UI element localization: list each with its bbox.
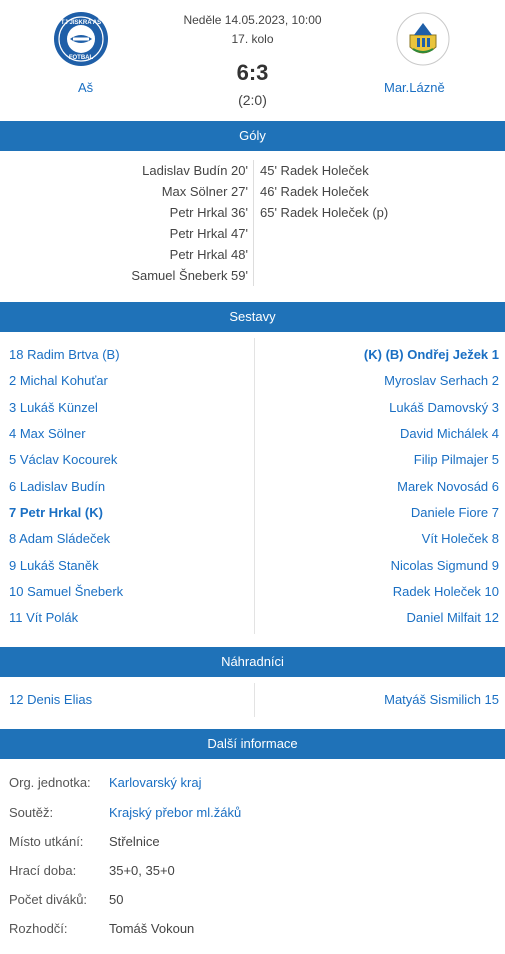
info-label: Soutěž: [9,805,54,820]
home-player[interactable]: 18 Radim Brtva (B) [9,342,120,368]
home-player[interactable]: 2 Michal Kohuťar [9,368,108,394]
away-player-captain[interactable]: (K) (B) Ondřej Ježek 1 [364,342,499,368]
competition-link[interactable]: Krajský přebor ml.žáků [109,800,241,826]
org-unit-link[interactable]: Karlovarský kraj [109,770,201,796]
info-label: Hrací doba: [9,863,77,878]
home-goal: Petr Hrkal 48' [169,247,248,262]
info-label: Rozhodčí: [9,921,68,936]
venue-value: Střelnice [109,834,160,849]
home-goals: Ladislav Budín 20' Max Sölner 27' Petr H… [0,160,254,286]
info-label: Org. jednotka: [9,775,91,790]
home-player-captain[interactable]: 7 Petr Hrkal (K) [9,500,103,526]
match-header: TJ JISKRA AŠ FOTBAL Aš Neděle 14.05.2023… [0,0,505,121]
info-row-duration: Hrací doba: 35+0, 35+0 [0,858,505,884]
away-player[interactable]: Myroslav Serhach 2 [384,368,499,394]
home-goal: Petr Hrkal 36' [169,205,248,220]
away-goal: 45' Radek Holeček [260,163,369,178]
away-player[interactable]: Lukáš Damovský 3 [389,395,499,421]
home-player[interactable]: 4 Max Sölner [9,421,86,447]
away-substitute[interactable]: Matyáš Sismilich 15 [384,687,499,713]
lineups-list: 18 Radim Brtva (B) 2 Michal Kohuťar 3 Lu… [0,338,505,634]
away-goal: 46' Radek Holeček [260,184,369,199]
subs-list: 12 Denis Elias Matyáš Sismilich 15 [0,683,505,717]
info-row-competition: Soutěž: Krajský přebor ml.žáků [0,800,505,826]
away-goals: 45' Radek Holeček 46' Radek Holeček 65' … [255,160,505,223]
home-goal: Petr Hrkal 47' [169,226,248,241]
away-team-name[interactable]: Mar.Lázně [384,80,445,95]
info-row-org: Org. jednotka: Karlovarský kraj [0,770,505,796]
info-label: Počet diváků: [9,892,88,907]
subs-section-header: Náhradníci [0,647,505,677]
home-goal: Ladislav Budín 20' [142,163,248,178]
referee-value: Tomáš Vokoun [109,921,195,936]
away-player[interactable]: David Michálek 4 [400,421,499,447]
away-player[interactable]: Marek Novosád 6 [397,474,499,500]
away-player[interactable]: Nicolas Sigmund 9 [391,553,499,579]
away-player[interactable]: Vít Holeček 8 [422,526,499,552]
home-player[interactable]: 6 Ladislav Budín [9,474,105,500]
info-row-venue: Místo utkání: Střelnice [0,829,505,855]
info-section-header: Další informace [0,729,505,759]
home-player[interactable]: 9 Lukáš Staněk [9,553,99,579]
home-player[interactable]: 5 Václav Kocourek [9,447,117,473]
away-goal: 65' Radek Holeček (p) [260,205,389,220]
lineups-section-header: Sestavy [0,302,505,332]
home-player[interactable]: 3 Lukáš Künzel [9,395,98,421]
home-goal: Samuel Šneberk 59' [131,268,248,283]
duration-value: 35+0, 35+0 [109,863,175,878]
spectators-value: 50 [109,892,124,907]
info-label: Místo utkání: [9,834,84,849]
lineups-divider [254,338,255,634]
away-team-logo[interactable] [395,11,451,67]
home-substitute[interactable]: 12 Denis Elias [9,687,92,713]
goals-section-header: Góly [0,121,505,151]
away-player[interactable]: Radek Holeček 10 [393,579,499,605]
away-player[interactable]: Daniel Milfait 12 [407,605,500,631]
home-player[interactable]: 11 Vít Polák [9,605,78,631]
info-row-spectators: Počet diváků: 50 [0,887,505,913]
away-player[interactable]: Daniele Fiore 7 [411,500,499,526]
home-player[interactable]: 10 Samuel Šneberk [9,579,123,605]
subs-divider [254,683,255,717]
home-player[interactable]: 8 Adam Sládeček [9,526,110,552]
info-row-referee: Rozhodčí: Tomáš Vokoun [0,916,505,942]
home-goal: Max Sölner 27' [161,184,248,199]
away-player[interactable]: Filip Pilmajer 5 [414,447,499,473]
